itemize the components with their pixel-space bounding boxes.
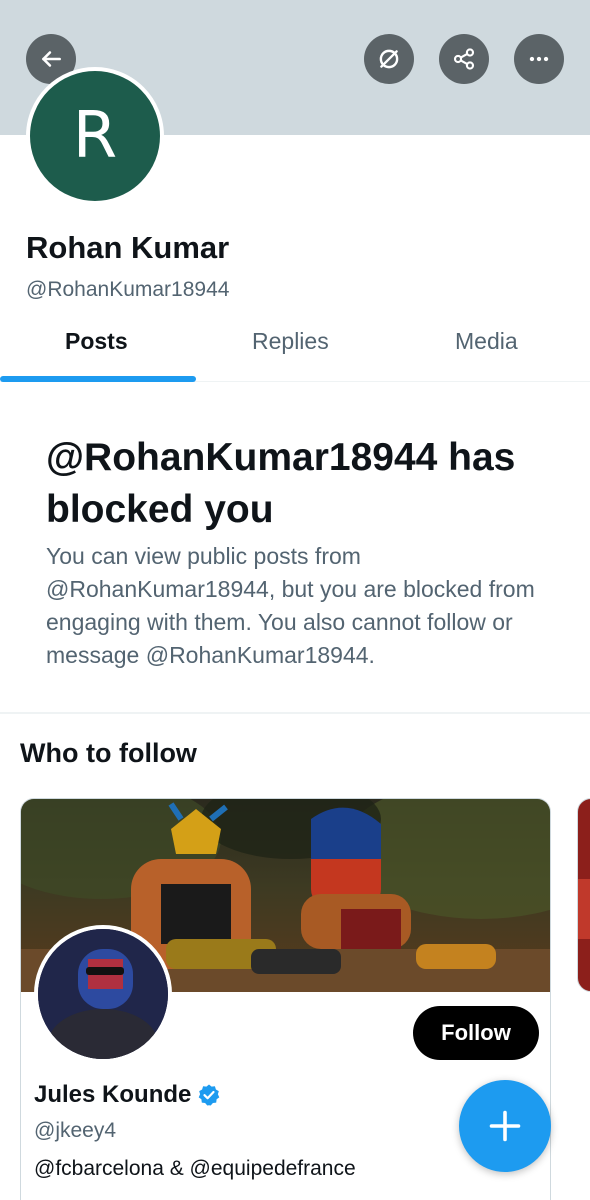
- share-icon: [453, 48, 475, 70]
- tab-posts[interactable]: Posts: [65, 328, 128, 355]
- tab-replies[interactable]: Replies: [252, 328, 329, 355]
- profile-tabs: Posts Replies Media: [0, 318, 590, 382]
- avatar-letter: R: [72, 99, 118, 173]
- back-arrow-icon: [42, 51, 61, 67]
- profile-handle: @RohanKumar18944: [26, 278, 230, 301]
- follow-button[interactable]: Follow: [413, 1006, 539, 1060]
- suggestion-name-row: Jules Kounde: [34, 1081, 221, 1109]
- blocked-description: You can view public posts from @RohanKum…: [46, 543, 535, 668]
- suggestion-bio: @fcbarcelona & @equipedefrance: [34, 1157, 356, 1180]
- more-button[interactable]: [514, 34, 564, 84]
- share-button[interactable]: [439, 34, 489, 84]
- suggestion-avatar[interactable]: [34, 925, 172, 1063]
- section-divider: [0, 712, 590, 714]
- verified-badge-icon: [199, 1084, 220, 1106]
- suggestion-handle: @jkeey4: [34, 1119, 117, 1142]
- notifications-button[interactable]: [364, 34, 414, 84]
- more-icon: [529, 56, 549, 62]
- next-suggestion-banner-image: [578, 879, 590, 939]
- compose-post-button[interactable]: [459, 1080, 551, 1172]
- plus-icon: [489, 1110, 521, 1142]
- blocked-title: @RohanKumar18944 has blocked you: [46, 436, 516, 531]
- who-to-follow-title: Who to follow: [20, 738, 197, 768]
- active-tab-indicator: [0, 376, 196, 382]
- profile-avatar[interactable]: R: [26, 67, 164, 205]
- display-name: Rohan Kumar: [26, 230, 230, 265]
- suggestion-name: Jules Kounde: [34, 1081, 192, 1108]
- tab-media[interactable]: Media: [455, 328, 518, 355]
- notification-off-icon: [379, 49, 399, 69]
- next-suggestion-card[interactable]: [577, 798, 590, 992]
